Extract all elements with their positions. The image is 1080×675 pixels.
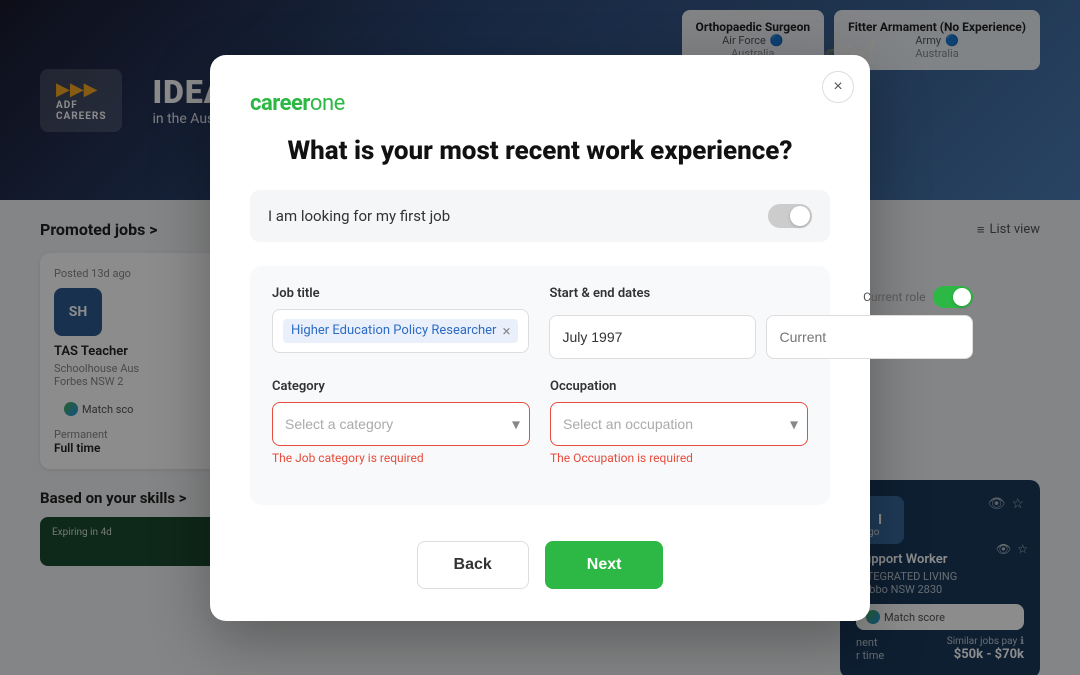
category-select[interactable]: Select a category: [272, 402, 530, 446]
current-role-label: Current role: [863, 290, 925, 304]
job-title-input-wrapper[interactable]: Higher Education Policy Researcher ×: [272, 309, 529, 353]
dates-group: Start & end dates Current role: [549, 286, 973, 359]
tag-remove-icon[interactable]: ×: [502, 322, 510, 340]
modal-overlay: × careerone What is your most recent wor…: [0, 0, 1080, 675]
category-select-wrapper: Select a category ▾: [272, 402, 530, 446]
toggle-knob: [790, 206, 810, 226]
form-row-1: Job title Higher Education Policy Resear…: [272, 286, 808, 359]
form-row-2: Category Select a category ▾ The Job cat…: [272, 379, 808, 465]
back-button[interactable]: Back: [417, 541, 529, 589]
next-button[interactable]: Next: [545, 541, 664, 589]
date-row: [549, 315, 973, 359]
category-group: Category Select a category ▾ The Job cat…: [272, 379, 530, 465]
dates-label: Start & end dates: [549, 286, 650, 301]
start-date-input[interactable]: [549, 315, 756, 359]
category-error: The Job category is required: [272, 451, 530, 465]
close-button[interactable]: ×: [822, 71, 854, 103]
end-date-input[interactable]: [766, 315, 973, 359]
careerone-logo: careerone: [250, 91, 830, 116]
occupation-error: The Occupation is required: [550, 451, 808, 465]
close-icon: ×: [833, 78, 842, 96]
first-job-toggle[interactable]: [768, 204, 812, 228]
first-job-label: I am looking for my first job: [268, 207, 450, 225]
job-title-group: Job title Higher Education Policy Resear…: [272, 286, 529, 359]
modal-title: What is your most recent work experience…: [250, 136, 830, 166]
category-label: Category: [272, 379, 530, 394]
toggle-green-knob: [953, 288, 971, 306]
logo-text: career: [250, 91, 310, 116]
occupation-select-wrapper: Select an occupation ▾: [550, 402, 808, 446]
first-job-row: I am looking for my first job: [250, 190, 830, 242]
current-role-toggle[interactable]: [933, 286, 973, 308]
occupation-group: Occupation Select an occupation ▾ The Oc…: [550, 379, 808, 465]
logo-text-one: one: [310, 91, 345, 116]
modal: × careerone What is your most recent wor…: [210, 55, 870, 621]
job-title-value: Higher Education Policy Researcher: [291, 323, 496, 338]
form-panel: Job title Higher Education Policy Resear…: [250, 266, 830, 505]
modal-footer: Back Next: [250, 541, 830, 589]
current-role-row: Start & end dates Current role: [549, 286, 973, 309]
job-title-label: Job title: [272, 286, 529, 301]
job-title-tag: Higher Education Policy Researcher ×: [283, 319, 518, 343]
occupation-select[interactable]: Select an occupation: [550, 402, 808, 446]
occupation-label: Occupation: [550, 379, 808, 394]
